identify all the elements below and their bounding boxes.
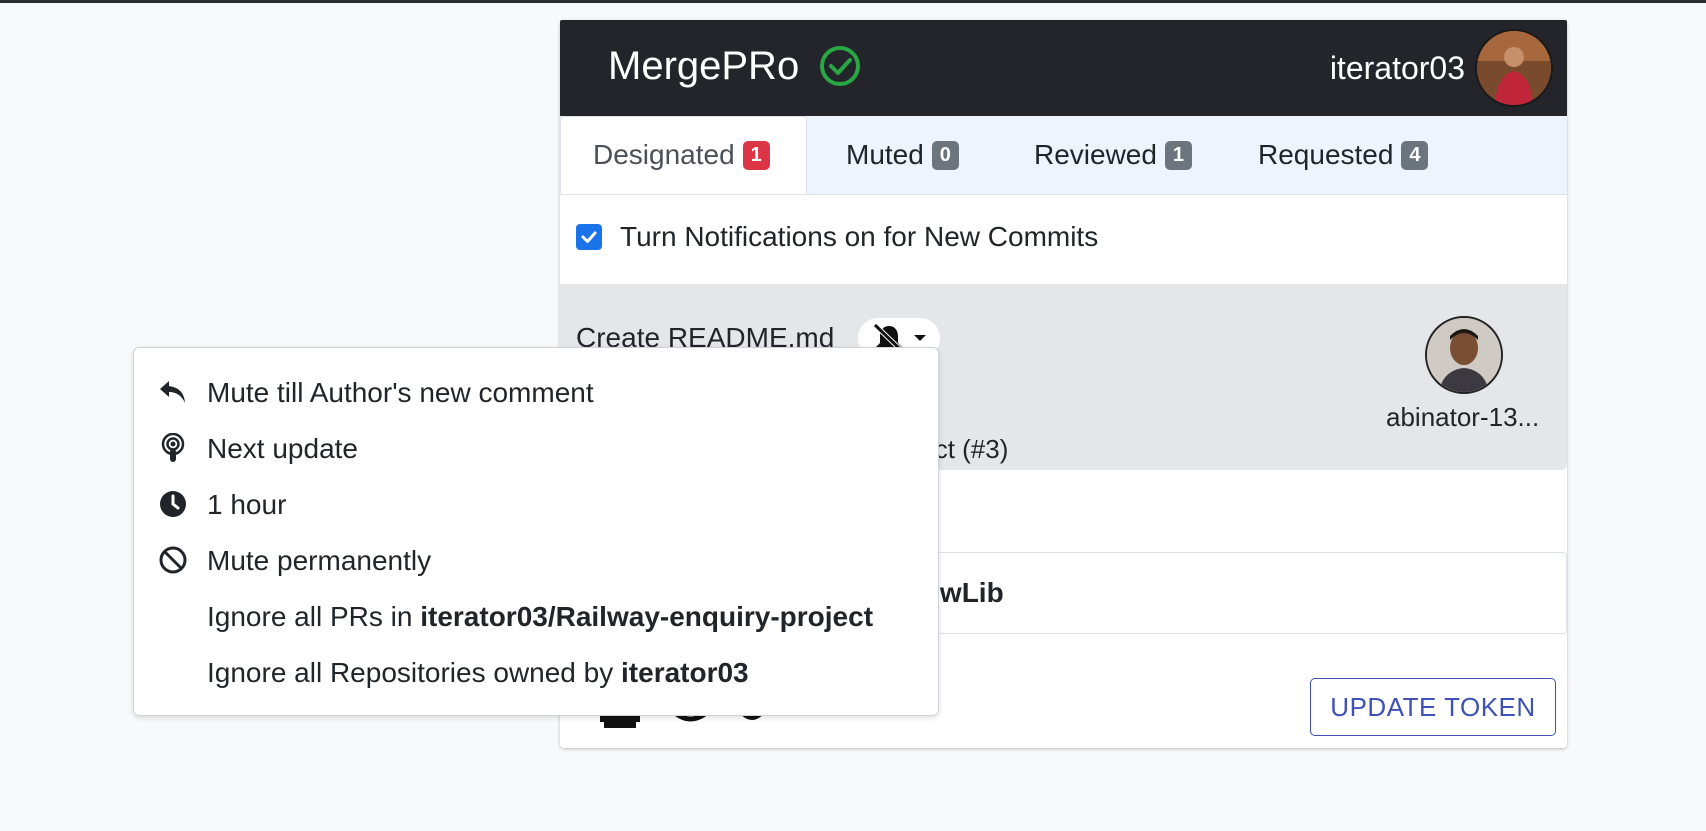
- count-badge: 1: [742, 140, 770, 170]
- reply-icon: [160, 381, 185, 403]
- tab-designated[interactable]: Designated 1: [560, 116, 807, 194]
- avatar[interactable]: [1475, 29, 1553, 107]
- menu-item-mute-permanently[interactable]: Mute permanently: [134, 533, 940, 589]
- menu-item-label: Ignore all PRs in iterator03/Railway-enq…: [207, 601, 874, 632]
- tab-label: Requested: [1258, 139, 1394, 170]
- menu-item-label: Mute permanently: [207, 545, 432, 576]
- tab-label: Reviewed: [1034, 139, 1157, 170]
- count-badge: 0: [931, 140, 959, 170]
- mute-options-menu: Mute till Author's new comment Next upda…: [133, 347, 939, 716]
- notifications-row: Turn Notifications on for New Commits: [576, 216, 1098, 258]
- username: iterator03: [1329, 49, 1465, 86]
- app-title: MergePRo: [608, 43, 800, 88]
- check-circle-icon: [820, 46, 861, 86]
- author-name: abinator-13...: [1386, 402, 1540, 432]
- menu-item-label: Mute till Author's new comment: [207, 377, 594, 408]
- ban-icon: [159, 546, 187, 574]
- notifications-checkbox[interactable]: [576, 224, 602, 250]
- update-token-button[interactable]: UPDATE TOKEN: [1310, 678, 1556, 736]
- menu-item-label: Next update: [207, 433, 358, 464]
- podcast-icon: [161, 433, 185, 462]
- window-top-border: [0, 0, 1706, 3]
- menu-item-mute-till-comment[interactable]: Mute till Author's new comment: [134, 365, 940, 421]
- count-badge: 1: [1164, 140, 1192, 170]
- user-profile[interactable]: iterator03: [1330, 28, 1553, 108]
- tab-reviewed[interactable]: Reviewed 1: [1002, 116, 1224, 194]
- menu-item-1-hour[interactable]: 1 hour: [134, 477, 940, 533]
- tab-bar: Designated 1 Muted 0 Reviewed 1 Requeste…: [560, 116, 1567, 195]
- menu-item-label: Ignore all Repositories owned by iterato…: [207, 657, 749, 688]
- app-header: MergePRo iterator03: [560, 20, 1567, 116]
- menu-item-next-update[interactable]: Next update: [134, 421, 940, 477]
- notifications-label: Turn Notifications on for New Commits: [620, 221, 1099, 252]
- tab-label: Designated: [593, 139, 735, 170]
- tab-requested[interactable]: Requested 4: [1226, 116, 1460, 194]
- tab-muted[interactable]: Muted 0: [814, 116, 991, 194]
- menu-item-label: 1 hour: [207, 489, 287, 520]
- brand: MergePRo: [608, 42, 861, 90]
- tab-label: Muted: [846, 139, 924, 170]
- count-badge: 4: [1401, 140, 1429, 170]
- clock-icon: [160, 491, 186, 517]
- menu-item-ignore-repo-prs[interactable]: Ignore all PRs in iterator03/Railway-enq…: [134, 589, 940, 645]
- menu-item-ignore-owner-repos[interactable]: Ignore all Repositories owned by iterato…: [134, 645, 940, 701]
- author-avatar[interactable]: [1425, 316, 1503, 394]
- caret-down-icon: [914, 335, 926, 341]
- checkmark-icon: [581, 231, 597, 243]
